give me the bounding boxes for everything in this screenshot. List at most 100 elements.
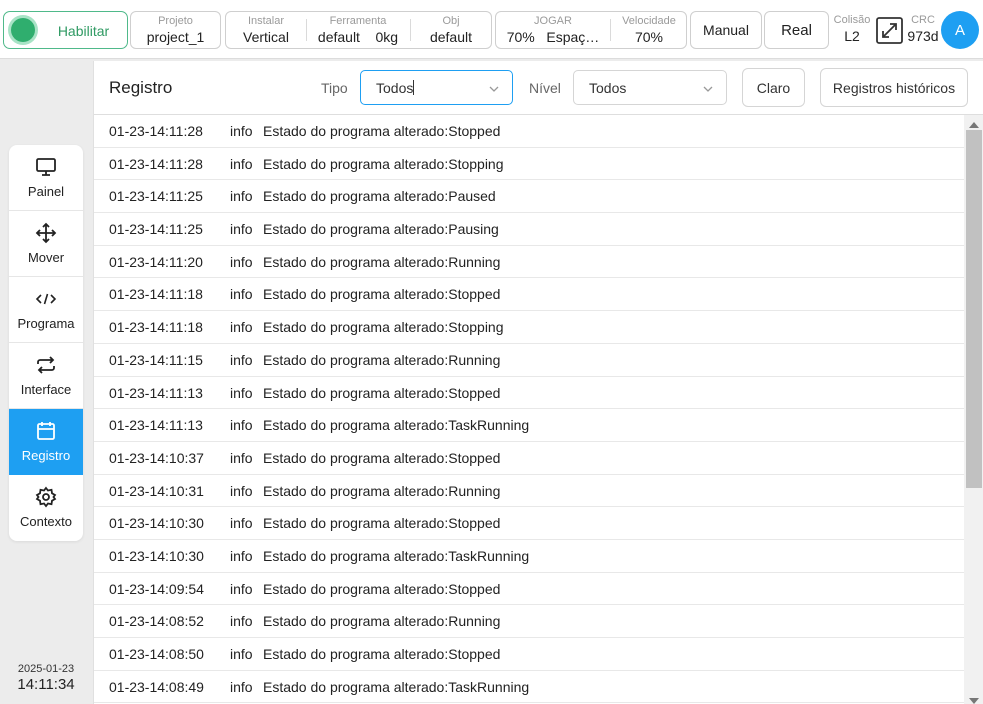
gear-icon (35, 486, 57, 508)
log-timestamp: 01-23-14:09:54 (109, 580, 204, 597)
avatar[interactable]: A (941, 11, 979, 49)
log-toolbar: Registro Tipo Todos Nível Todos Claro Re… (94, 61, 983, 115)
log-row: 01-23-14:10:37 info Estado do programa alt… (94, 442, 964, 475)
log-message: Estado do programa alterado:TaskRunning (263, 417, 530, 434)
sidebar-item-registro[interactable]: Registro (9, 409, 83, 475)
type-filter-label: Tipo (321, 80, 348, 96)
scroll-down-icon[interactable] (967, 693, 981, 704)
top-bar: Habilitar Projeto project_1 Instalar Ver… (0, 0, 983, 59)
log-level: info (230, 678, 253, 695)
log-row: 01-23-14:10:31 info Estado do programa alt… (94, 475, 964, 508)
log-level: info (230, 580, 253, 597)
sidebar-item-label: Interface (20, 382, 72, 397)
code-icon (35, 288, 57, 310)
log-message: Estado do programa alterado:Running (263, 351, 501, 368)
log-row: 01-23-14:11:25 info Estado do programa alt… (94, 213, 964, 246)
log-level: info (230, 613, 253, 630)
log-timestamp: 01-23-14:10:30 (109, 547, 204, 564)
clock: 2025-01-23 14:11:34 (6, 662, 86, 694)
enable-button[interactable]: Habilitar (3, 11, 128, 49)
sidebar-item-contexto[interactable]: Contexto (9, 475, 83, 541)
enable-label: Habilitar (57, 23, 110, 39)
fullscreen-icon[interactable] (875, 16, 904, 45)
log-message: Estado do programa alterado:Pausing (263, 221, 499, 238)
log-level: info (230, 547, 253, 564)
log-timestamp: 01-23-14:08:52 (109, 613, 204, 630)
log-timestamp: 01-23-14:11:25 (109, 188, 203, 205)
manual-button[interactable]: Manual (690, 11, 762, 49)
collision-caption: Colisão (833, 14, 871, 26)
log-row: 01-23-14:11:13 info Estado do programa alt… (94, 409, 964, 442)
log-timestamp: 01-23-14:11:20 (109, 253, 203, 270)
sidebar-item-painel[interactable]: Painel (9, 145, 83, 211)
log-level: info (230, 449, 253, 466)
level-filter-select[interactable]: Todos (573, 70, 727, 105)
log-level: info (230, 221, 253, 238)
log-message: Estado do programa alterado:Stopped (263, 123, 501, 139)
collision-value: L2 (844, 28, 860, 44)
monitor-icon (35, 156, 57, 178)
log-row: 01-23-14:08:50 info Estado do programa alt… (94, 638, 964, 671)
text-caret (413, 80, 415, 95)
log-message: Estado do programa alterado:Running (263, 482, 501, 499)
project-selector[interactable]: Projeto project_1 (130, 11, 221, 49)
log-message: Estado do programa alterado:Running (263, 613, 501, 630)
tool-load: 0kg (375, 29, 399, 45)
scroll-up-icon[interactable] (967, 117, 981, 128)
log-timestamp: 01-23-14:08:50 (109, 646, 204, 662)
jog-value: 70% (506, 29, 535, 45)
type-filter-select[interactable]: Todos (360, 70, 513, 105)
log-row: 01-23-14:11:25 info Estado do programa alt… (94, 180, 964, 214)
install-tool-obj-group[interactable]: Instalar Vertical Ferramenta default 0kg… (225, 11, 492, 49)
scrollbar[interactable] (964, 115, 983, 704)
real-button[interactable]: Real (764, 11, 829, 49)
log-level: info (230, 384, 253, 401)
clock-date: 2025-01-23 (17, 663, 75, 675)
crc-indicator: CRC 973d (905, 14, 941, 45)
log-row: 01-23-14:11:13 info Estado do programa alt… (94, 377, 964, 410)
log-row: 01-23-14:11:20 info Estado do programa alt… (94, 246, 964, 279)
sidebar-item-label: Mover (27, 250, 65, 265)
log-timestamp: 01-23-14:10:30 (109, 515, 204, 532)
log-message: Estado do programa alterado:TaskRunning (263, 678, 530, 695)
sidebar-item-interface[interactable]: Interface (9, 343, 83, 409)
clear-button[interactable]: Claro (742, 68, 805, 107)
log-message: Estado do programa alterado:TaskRunning (263, 547, 530, 564)
log-timestamp: 01-23-14:11:18 (109, 286, 203, 303)
chevron-down-icon (702, 82, 714, 94)
log-row: 01-23-14:11:18 info Estado do programa alt… (94, 311, 964, 344)
log-level: info (230, 253, 253, 270)
log-row: 01-23-14:11:15 info Estado do programa alt… (94, 344, 964, 377)
speed-caption: Velocidade (622, 15, 676, 27)
log-timestamp: 01-23-14:08:49 (109, 678, 204, 695)
crc-value: 973d (907, 28, 939, 44)
log-row: 01-23-14:08:49 info Estado do programa alt… (94, 671, 964, 704)
log-panel: Registro Tipo Todos Nível Todos Claro Re… (93, 61, 983, 704)
log-level: info (230, 515, 253, 532)
log-row: 01-23-14:08:52 info Estado do programa alt… (94, 605, 964, 638)
sidebar-item-programa[interactable]: Programa (9, 277, 83, 343)
crc-caption: CRC (911, 14, 935, 26)
log-message: Estado do programa alterado:Stopping (263, 155, 504, 172)
log-message: Estado do programa alterado:Stopped (263, 646, 501, 662)
obj-caption: Obj (442, 15, 460, 27)
page-title: Registro (109, 78, 173, 97)
type-filter-value: Todos (376, 80, 414, 96)
history-logs-button[interactable]: Registros históricos (820, 68, 968, 107)
jog-speed-group[interactable]: JOGAR 70% Espaç… Velocidade 70% (495, 11, 687, 49)
sidebar-item-mover[interactable]: Mover (9, 211, 83, 277)
chevron-down-icon (488, 82, 500, 94)
log-level: info (230, 286, 253, 303)
jog-mode: Espaç… (546, 29, 600, 45)
scrollbar-thumb[interactable] (966, 130, 982, 488)
log-level: info (230, 155, 253, 172)
log-timestamp: 01-23-14:11:13 (109, 384, 203, 401)
move-arrows-icon (35, 222, 57, 244)
log-row: 01-23-14:11:28 info Estado do programa alt… (94, 148, 964, 181)
speed-value: 70% (634, 29, 664, 45)
log-level: info (230, 351, 253, 368)
collision-indicator: Colisão L2 (832, 14, 872, 45)
obj-value: default (429, 29, 473, 45)
swap-arrows-icon (35, 354, 57, 376)
log-message: Estado do programa alterado:Paused (263, 188, 496, 205)
